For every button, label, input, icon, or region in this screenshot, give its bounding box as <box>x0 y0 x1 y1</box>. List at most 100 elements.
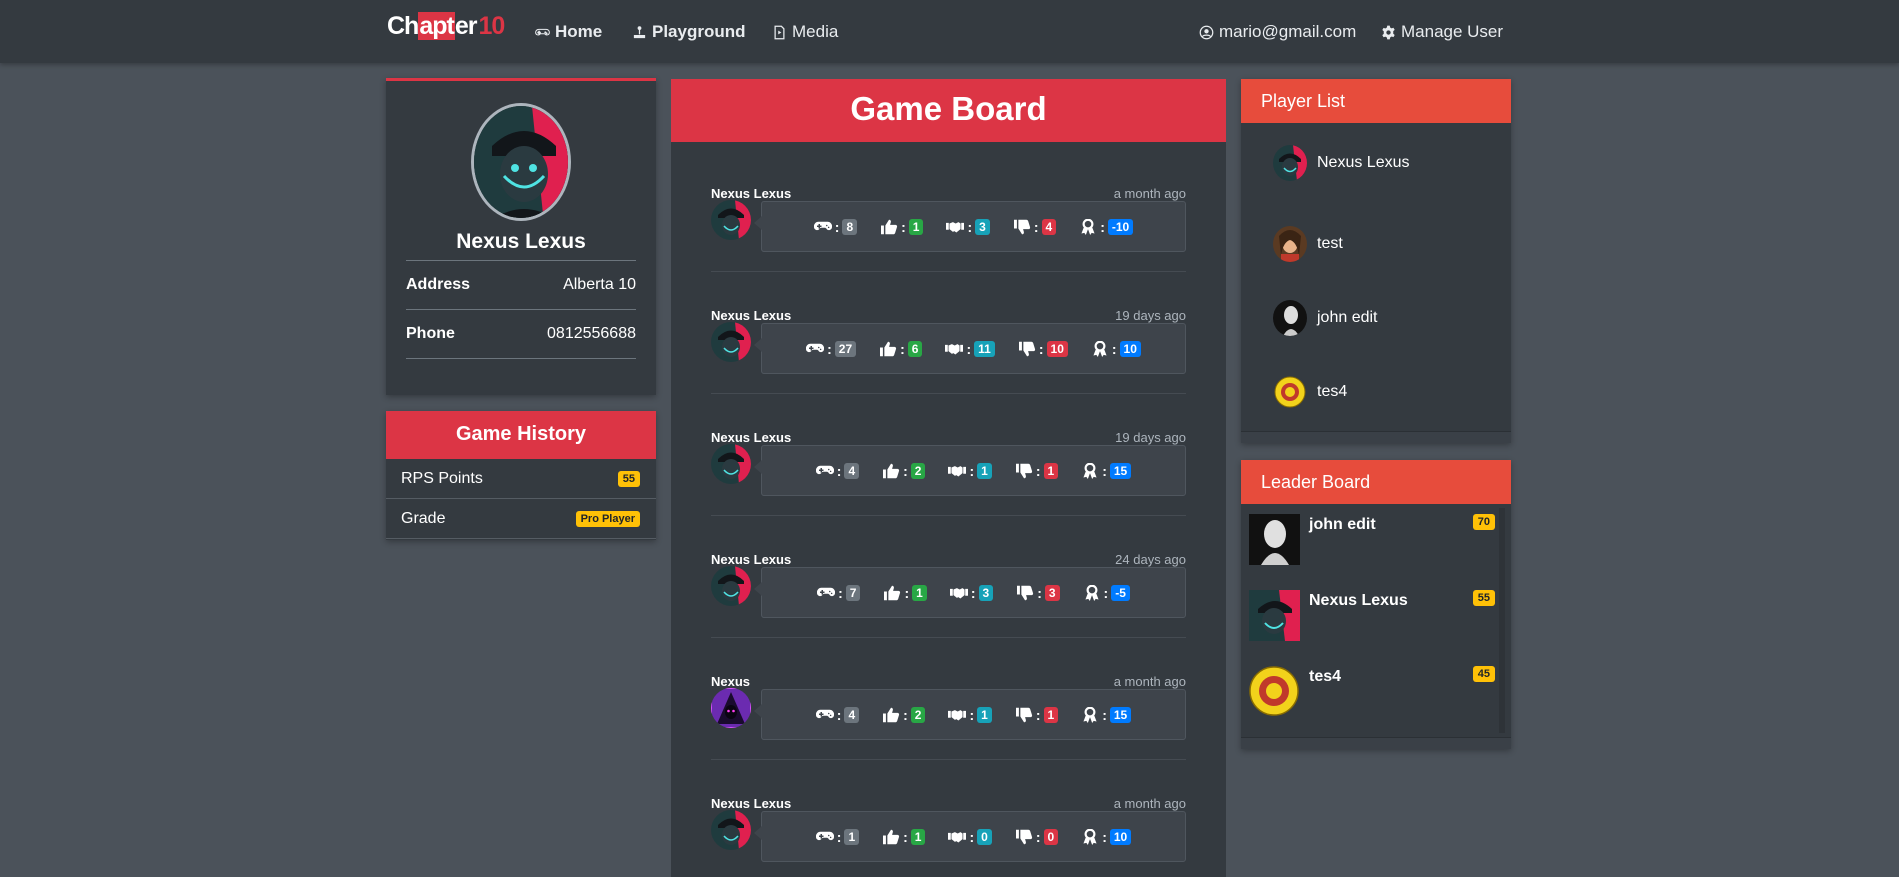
player-avatar <box>1273 226 1307 262</box>
entry-avatar[interactable] <box>711 688 751 728</box>
losses-badge: 3 <box>1044 584 1060 601</box>
media-file-icon <box>774 25 785 39</box>
entry-timestamp: a month ago <box>1113 674 1186 689</box>
leader-name: john edit <box>1309 516 1376 533</box>
draws-badge: 1 <box>977 462 992 479</box>
leader-avatar <box>1249 666 1300 717</box>
thumbs-up-icon <box>881 219 898 234</box>
gear-icon <box>1382 25 1395 39</box>
points-badge: -5 <box>1111 584 1130 601</box>
game-entry: Nexus Lexus 19 days ago :27 :6 :11: 10 … <box>711 308 1186 429</box>
losses-badge: 0 <box>1043 828 1059 845</box>
player-item[interactable]: john edit <box>1273 300 1378 336</box>
thumbs-up-icon <box>884 585 901 600</box>
games-badge: 1 <box>844 828 860 845</box>
entry-avatar[interactable] <box>711 566 751 606</box>
entry-avatar[interactable] <box>711 200 751 240</box>
leader-name: Nexus Lexus <box>1309 592 1408 609</box>
stat-wins: :2 <box>882 706 926 723</box>
stat-wins: :1 <box>880 218 924 235</box>
entry-avatar[interactable] <box>711 322 751 362</box>
leader-board-list[interactable]: john edit 70 Nexus Lexus 55 tes4 45 <box>1247 508 1505 733</box>
thumbs-up-icon <box>883 829 900 844</box>
handshake-icon <box>948 831 967 843</box>
nav-user-email-label: mario@gmail.com <box>1219 22 1357 41</box>
leader-name: tes4 <box>1309 668 1342 685</box>
gamepad-icon <box>815 831 834 840</box>
grade-row: Grade Pro Player <box>386 499 656 539</box>
points-badge: 15 <box>1109 706 1132 723</box>
profile-name: Nexus Lexus <box>456 230 586 253</box>
joystick-icon <box>633 25 646 38</box>
wins-badge: 1 <box>910 828 926 845</box>
entry-stats-box: :1 :1 :0 :0 :10 <box>754 811 1186 862</box>
grade-badge: Pro Player <box>575 510 640 527</box>
player-name: Nexus Lexus <box>1317 154 1410 171</box>
nav-manage-user-label: Manage User <box>1401 22 1504 41</box>
gamepad-icon <box>817 587 836 596</box>
gamepad-icon <box>535 28 550 35</box>
entry-stats-box: :8 :1 :3 :4 : -10 <box>754 201 1186 252</box>
leader-item[interactable]: Nexus Lexus 55 <box>1249 590 1495 646</box>
stat-wins: :2 <box>882 462 926 479</box>
game-board: Game Board Nexus Lexus a month ago :8 :1… <box>671 79 1226 877</box>
entry-username[interactable]: Nexus Lexus <box>711 186 791 201</box>
leader-score-badge: 45 <box>1472 666 1495 682</box>
award-icon <box>1083 828 1097 845</box>
nav-manage-user[interactable]: Manage User <box>1381 22 1503 42</box>
game-entry: Nexus Lexus 24 days ago :7 :1 :3: 3: -… <box>711 552 1186 673</box>
stat-losses: :10 <box>1018 340 1068 357</box>
entry-timestamp: a month ago <box>1113 796 1186 811</box>
losses-badge: 1 <box>1043 706 1059 723</box>
profile-avatar <box>471 103 571 221</box>
award-icon <box>1083 706 1097 723</box>
address-value: Alberta 10 <box>563 276 636 293</box>
game-board-title: Game Board <box>671 79 1226 142</box>
points-badge: -10 <box>1107 218 1134 235</box>
entry-username[interactable]: Nexus Lexus <box>711 308 791 323</box>
leader-item[interactable]: john edit 70 <box>1249 514 1495 570</box>
thumbs-down-icon <box>1015 463 1032 478</box>
player-item[interactable]: Nexus Lexus <box>1273 145 1410 181</box>
user-circle-icon <box>1199 25 1214 39</box>
game-history-title: Game History <box>386 411 656 459</box>
entry-username[interactable]: Nexus Lexus <box>711 796 791 811</box>
rps-points-label: RPS Points <box>401 469 483 487</box>
stat-points: : -10 <box>1079 218 1134 235</box>
stat-losses: :1 <box>1015 462 1059 479</box>
award-icon <box>1085 584 1099 601</box>
nav-user-email[interactable]: mario@gmail.com <box>1199 22 1356 42</box>
stat-draws: :3 <box>949 584 994 601</box>
wins-badge: 2 <box>910 706 926 723</box>
player-item[interactable]: test <box>1273 226 1343 262</box>
entry-username[interactable]: Nexus Lexus <box>711 552 791 567</box>
nav-media[interactable]: Media <box>772 22 838 42</box>
entry-stats-box: :27 :6 :11 :10 :10 <box>754 323 1186 374</box>
handshake-icon <box>948 465 967 477</box>
entry-avatar[interactable] <box>711 444 751 484</box>
draws-badge: 1 <box>977 706 992 723</box>
player-item[interactable]: tes4 <box>1273 374 1347 410</box>
games-badge: 4 <box>844 462 860 479</box>
nav-home[interactable]: Home <box>535 22 602 42</box>
leader-item[interactable]: tes4 45 <box>1249 666 1495 722</box>
thumbs-down-icon <box>1015 707 1032 722</box>
gamepad-icon <box>806 343 825 352</box>
divider <box>406 358 636 359</box>
nav-playground-label: Playground <box>652 22 746 41</box>
stat-games: :4 <box>815 462 860 479</box>
entry-username[interactable]: Nexus Lexus <box>711 430 791 445</box>
brand-logo[interactable]: Chapter10 <box>387 12 505 41</box>
nav-playground[interactable]: Playground <box>632 22 746 42</box>
entry-username[interactable]: Nexus <box>711 674 750 689</box>
entry-avatar[interactable] <box>711 810 751 850</box>
stat-points: : -5 <box>1083 584 1130 601</box>
stat-losses: :0 <box>1015 828 1059 845</box>
stat-wins: :1 <box>883 584 927 601</box>
game-entry: Nexus Lexus a month ago :1 :1 :0: 0: 1… <box>711 796 1186 877</box>
thumbs-down-icon <box>1017 585 1034 600</box>
thumbs-up-icon <box>883 463 900 478</box>
stat-wins: :6 <box>879 340 923 357</box>
stat-losses: :3 <box>1016 584 1060 601</box>
phone-value: 0812556688 <box>547 325 636 342</box>
